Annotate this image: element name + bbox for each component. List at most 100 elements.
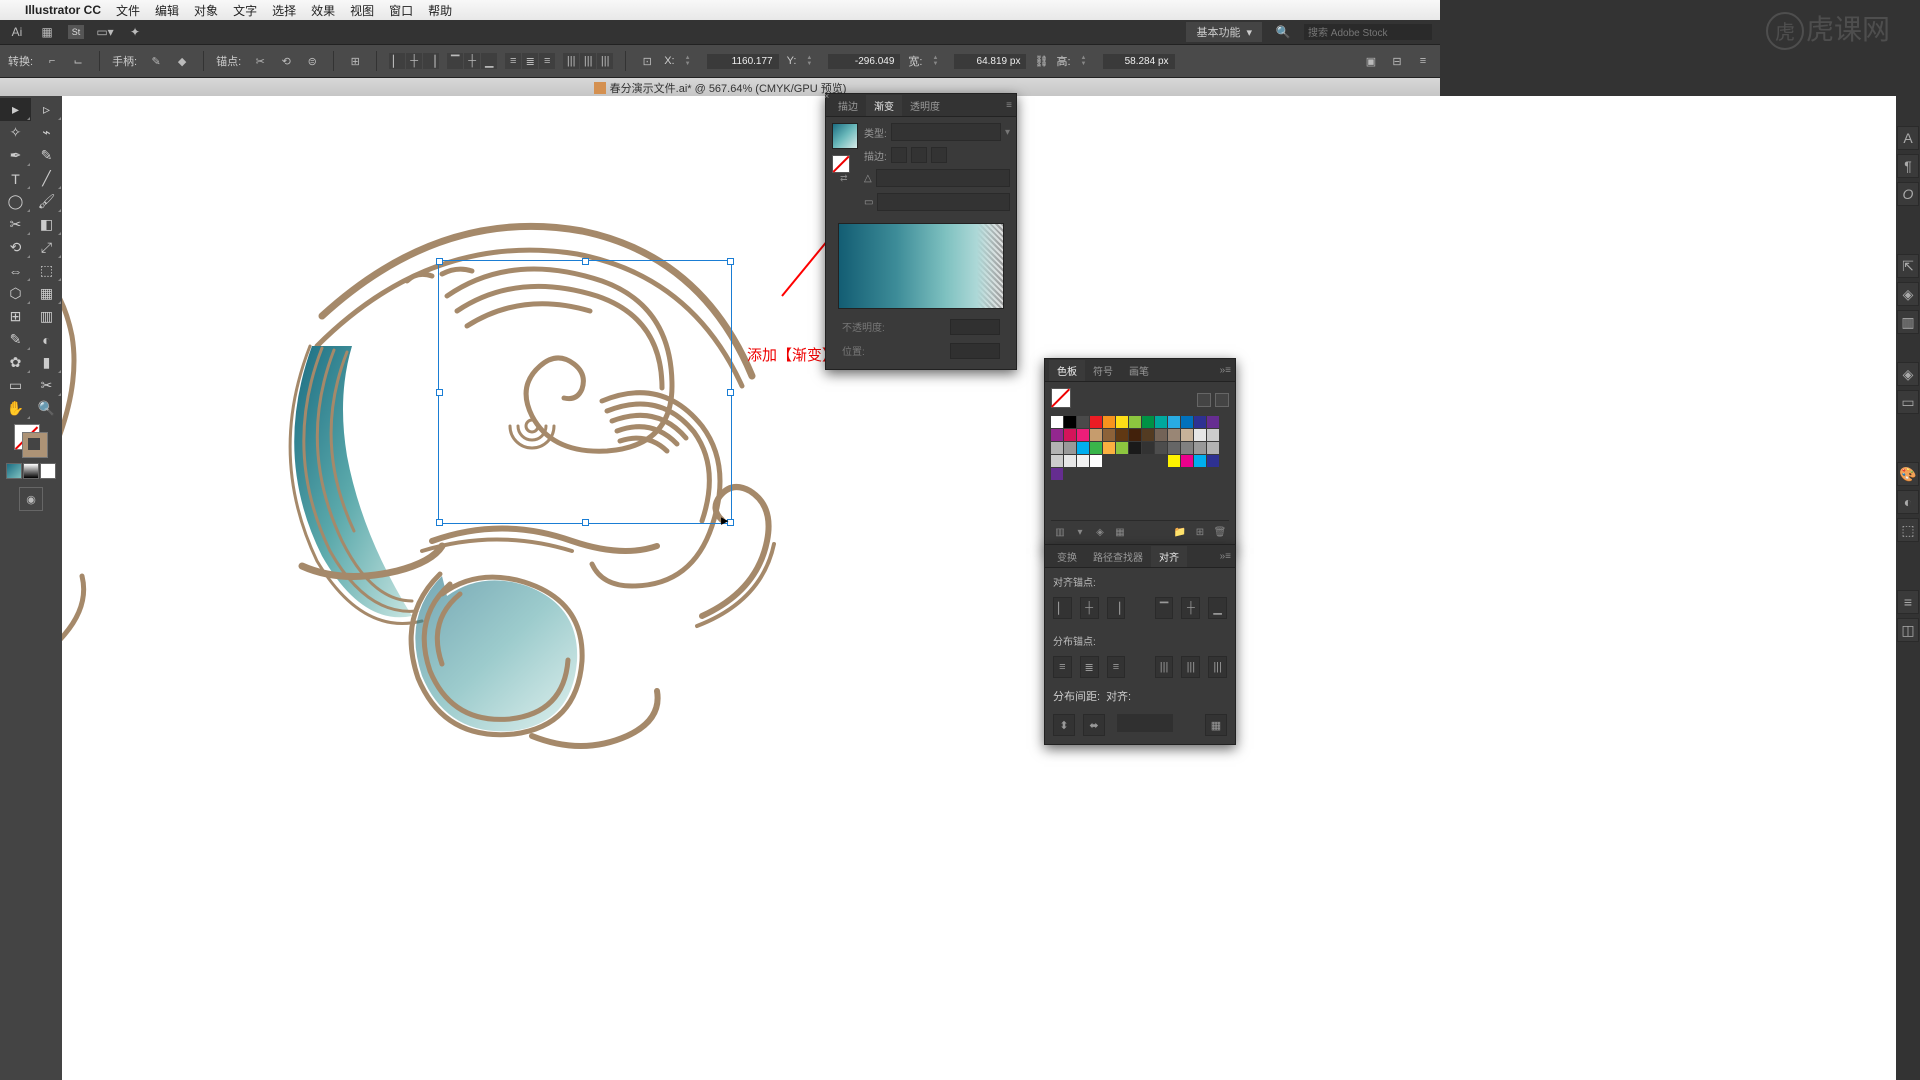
dock-lib-icon[interactable]: ▥ bbox=[1897, 310, 1919, 334]
swatch-cell[interactable] bbox=[1181, 416, 1193, 428]
dock-export-icon[interactable]: ⇱ bbox=[1897, 254, 1919, 278]
type-tool[interactable]: T bbox=[0, 167, 31, 190]
panel-menu-icon[interactable]: ≡ bbox=[1006, 100, 1012, 111]
direct-selection-tool[interactable]: ▹ bbox=[31, 98, 62, 121]
link-wh-icon[interactable]: ⛓ bbox=[1034, 54, 1048, 68]
eraser-tool[interactable]: ◧ bbox=[31, 213, 62, 236]
arrange2-icon[interactable]: ⊟ bbox=[1388, 52, 1406, 70]
align-hcenter-icon[interactable]: ┼ bbox=[406, 53, 422, 69]
swatch-cell[interactable] bbox=[1090, 442, 1102, 454]
y-spinner[interactable]: ▲▼ bbox=[806, 52, 820, 70]
dist-hspace-btn[interactable]: ⬌ bbox=[1083, 714, 1105, 736]
draw-mode[interactable]: ◉ bbox=[19, 487, 43, 511]
gradient-none[interactable] bbox=[832, 155, 850, 173]
tab-stroke[interactable]: 描边 bbox=[830, 95, 866, 116]
stroke-opt3[interactable] bbox=[931, 147, 947, 163]
align-bottom-btn[interactable]: ▁ bbox=[1208, 597, 1227, 619]
align-to-btn[interactable]: ▦ bbox=[1205, 714, 1227, 736]
mode-gradient[interactable] bbox=[23, 463, 39, 479]
swatch-cell[interactable] bbox=[1155, 429, 1167, 441]
swatch-cell[interactable] bbox=[1155, 416, 1167, 428]
dock-char-icon[interactable]: A bbox=[1897, 126, 1919, 150]
swatch-cell[interactable] bbox=[1051, 455, 1063, 467]
gradient-tool[interactable]: ▥ bbox=[31, 305, 62, 328]
swatch-menu-icon[interactable]: ▾ bbox=[1073, 525, 1087, 539]
swatch-cell[interactable] bbox=[1077, 455, 1089, 467]
menu-object[interactable]: 对象 bbox=[194, 2, 218, 19]
tab-align[interactable]: 对齐 bbox=[1151, 546, 1187, 567]
line-tool[interactable]: ╱ bbox=[31, 167, 62, 190]
align-top-icon[interactable]: ▔ bbox=[447, 53, 463, 69]
swatch-cell[interactable] bbox=[1142, 416, 1154, 428]
artboard-tool[interactable]: ▭ bbox=[0, 374, 31, 397]
menu-edit[interactable]: 编辑 bbox=[155, 2, 179, 19]
new-group-icon[interactable]: 📁 bbox=[1173, 525, 1187, 539]
opts-icon[interactable]: ≡ bbox=[1414, 52, 1432, 70]
menu-view[interactable]: 视图 bbox=[350, 2, 374, 19]
tab-transparency[interactable]: 透明度 bbox=[902, 95, 948, 116]
menu-type[interactable]: 文字 bbox=[233, 2, 257, 19]
workspace-switcher[interactable]: 基本功能▾ bbox=[1186, 22, 1262, 42]
dist6-icon[interactable]: ||| bbox=[597, 53, 613, 69]
delete-swatch-icon[interactable]: 🗑 bbox=[1213, 525, 1227, 539]
y-value[interactable]: -296.049 bbox=[828, 54, 900, 69]
h-spinner[interactable]: ▲▼ bbox=[1081, 52, 1095, 70]
menu-effect[interactable]: 效果 bbox=[311, 2, 335, 19]
curvature-tool[interactable]: ✎ bbox=[31, 144, 62, 167]
location-field[interactable] bbox=[950, 343, 1000, 359]
dock-appearance-icon[interactable]: ◐ bbox=[1897, 490, 1919, 514]
corner-icon[interactable]: ⌐ bbox=[43, 52, 61, 70]
spacing-field[interactable] bbox=[1117, 714, 1173, 732]
lasso-tool[interactable]: ⌁ bbox=[31, 121, 62, 144]
hand-tool[interactable]: ✋ bbox=[0, 397, 31, 420]
stroke-opt1[interactable] bbox=[891, 147, 907, 163]
swatch-cell[interactable] bbox=[1064, 442, 1076, 454]
type-select[interactable] bbox=[891, 123, 1001, 141]
swatch-cell[interactable] bbox=[1051, 416, 1063, 428]
swatch-cell[interactable] bbox=[1103, 442, 1115, 454]
slice-tool[interactable]: ✂ bbox=[31, 374, 62, 397]
swatch-cell[interactable] bbox=[1207, 455, 1219, 467]
none-swatch[interactable] bbox=[1051, 388, 1071, 408]
x-spinner[interactable]: ▲▼ bbox=[685, 52, 699, 70]
swatch-cell[interactable] bbox=[1090, 429, 1102, 441]
panel-menu-icon[interactable]: ≡ bbox=[1225, 551, 1231, 562]
scale-tool[interactable]: ⤢ bbox=[31, 236, 62, 259]
blend-tool[interactable]: ◐ bbox=[31, 328, 62, 351]
paintbrush-tool[interactable]: 🖌 bbox=[31, 190, 62, 213]
opacity-field[interactable] bbox=[950, 319, 1000, 335]
stock-icon[interactable]: St bbox=[68, 25, 84, 39]
dock-asset-icon[interactable]: ◈ bbox=[1897, 282, 1919, 306]
dist4-icon[interactable]: ||| bbox=[563, 53, 579, 69]
align-hcenter-btn[interactable]: ┼ bbox=[1080, 597, 1099, 619]
align-left-icon[interactable]: ▏ bbox=[389, 53, 405, 69]
dist-hcenter-btn[interactable]: ||| bbox=[1181, 656, 1200, 678]
panel-menu-icon[interactable]: ≡ bbox=[1225, 365, 1231, 376]
arrange-icon[interactable]: ▭▾ bbox=[96, 23, 114, 41]
search-icon[interactable]: 🔍 bbox=[1274, 23, 1292, 41]
rectangle-tool[interactable]: ◯ bbox=[0, 190, 31, 213]
swatch-cell[interactable] bbox=[1181, 429, 1193, 441]
align-left-btn[interactable]: ▏ bbox=[1053, 597, 1072, 619]
anchor3-icon[interactable]: ⊜ bbox=[303, 52, 321, 70]
swatch-cell[interactable] bbox=[1181, 455, 1193, 467]
document-title[interactable]: 春分演示文件.ai* @ 567.64% (CMYK/GPU 预览) bbox=[610, 80, 847, 96]
swatch-cell[interactable] bbox=[1090, 416, 1102, 428]
handle2-icon[interactable]: ◆ bbox=[173, 52, 191, 70]
anchor2-icon[interactable]: ⟲ bbox=[277, 52, 295, 70]
tab-brushes[interactable]: 画笔 bbox=[1121, 360, 1157, 381]
align-top-btn[interactable]: ▔ bbox=[1155, 597, 1174, 619]
swatch-cell[interactable] bbox=[1064, 429, 1076, 441]
dock-graphic-icon[interactable]: ⬚ bbox=[1897, 518, 1919, 542]
dist1-icon[interactable]: ≡ bbox=[505, 53, 521, 69]
swatch-cell[interactable] bbox=[1116, 416, 1128, 428]
swatch-cell[interactable] bbox=[1194, 416, 1206, 428]
bridge-icon[interactable]: ▦ bbox=[38, 23, 56, 41]
gradient-ramp[interactable] bbox=[838, 223, 1004, 309]
tab-transform[interactable]: 变换 bbox=[1049, 546, 1085, 567]
swatch-cell[interactable] bbox=[1142, 442, 1154, 454]
swatch-cell[interactable] bbox=[1077, 416, 1089, 428]
dock-artboard-icon[interactable]: ▭ bbox=[1897, 390, 1919, 414]
swatch-cell[interactable] bbox=[1077, 429, 1089, 441]
dist3-icon[interactable]: ≡ bbox=[539, 53, 555, 69]
